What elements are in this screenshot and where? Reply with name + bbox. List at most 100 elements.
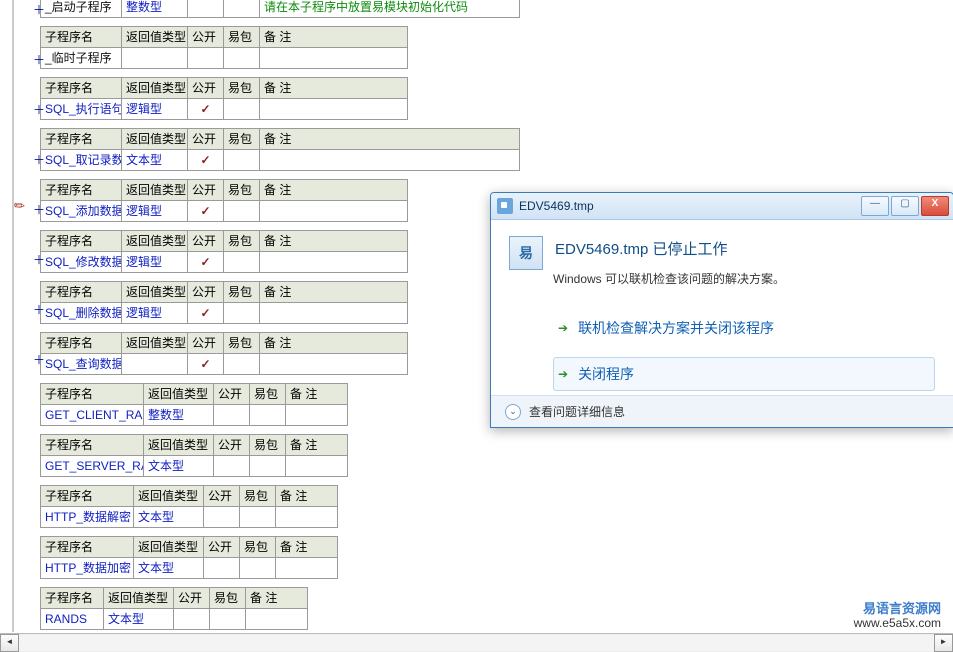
easy-value[interactable] xyxy=(224,149,260,171)
public-check-icon[interactable]: ✓ xyxy=(188,302,224,324)
sub-name-value[interactable]: SQL_查询数据 xyxy=(40,353,122,375)
return-type-value[interactable] xyxy=(122,47,188,69)
col-sub-name: 子程序名 xyxy=(40,383,144,405)
sub-name-value[interactable]: HTTP_数据解密 xyxy=(40,506,134,528)
public-value[interactable] xyxy=(204,557,240,579)
scroll-track[interactable] xyxy=(19,635,934,651)
minimize-button[interactable]: — xyxy=(861,196,889,216)
easy-value[interactable] xyxy=(210,608,246,630)
expand-toggle[interactable]: ＋ xyxy=(32,251,46,268)
dialog-body: EDV5469.tmp 已停止工作 Windows 可以联机检查该问题的解决方案… xyxy=(491,220,953,401)
expand-toggle[interactable]: ＋ xyxy=(32,101,46,118)
expand-toggle[interactable]: ＋ xyxy=(32,151,46,168)
close-button[interactable]: X xyxy=(921,196,949,216)
return-type-value[interactable]: 文本型 xyxy=(122,149,188,171)
easy-value[interactable] xyxy=(240,557,276,579)
scroll-left-button[interactable]: ◄ xyxy=(0,634,19,652)
col-note: 备 注 xyxy=(246,587,308,609)
col-return-type: 返回值类型 xyxy=(122,179,188,201)
col-note: 备 注 xyxy=(286,383,348,405)
easy-value[interactable] xyxy=(224,200,260,222)
sub-name-value[interactable]: HTTP_数据加密 xyxy=(40,557,134,579)
note-value[interactable] xyxy=(276,506,338,528)
return-type-value[interactable]: 逻辑型 xyxy=(122,302,188,324)
public-check-icon[interactable]: ✓ xyxy=(188,251,224,273)
sub-name-value[interactable]: GET_SERVER_RAND xyxy=(40,455,144,477)
sub-name-value[interactable]: SQL_修改数据 xyxy=(40,251,122,273)
return-type-value[interactable]: 整数型 xyxy=(122,0,188,18)
easy-value[interactable] xyxy=(224,47,260,69)
public-value[interactable] xyxy=(188,0,224,18)
expand-toggle[interactable]: ＋ xyxy=(32,201,46,218)
public-value[interactable] xyxy=(214,404,250,426)
return-type-value[interactable]: 文本型 xyxy=(144,455,214,477)
public-value[interactable] xyxy=(174,608,210,630)
chevron-down-icon[interactable]: ⌄ xyxy=(505,404,521,420)
view-details-link[interactable]: 查看问题详细信息 xyxy=(529,403,625,420)
easy-value[interactable] xyxy=(224,302,260,324)
note-value[interactable] xyxy=(260,47,408,69)
sub-name-value[interactable]: GET_CLIENT_RAND xyxy=(40,404,144,426)
sub-name-value[interactable]: SQL_执行语句 xyxy=(40,98,122,120)
watermark: 易语言资源网 www.e5a5x.com xyxy=(854,602,941,630)
horizontal-scrollbar[interactable]: ◄ ► xyxy=(0,633,953,652)
return-type-value[interactable]: 文本型 xyxy=(134,506,204,528)
public-value[interactable] xyxy=(204,506,240,528)
return-type-value[interactable]: 逻辑型 xyxy=(122,200,188,222)
public-value[interactable] xyxy=(188,47,224,69)
close-program-link[interactable]: ➔ 关闭程序 xyxy=(553,357,935,391)
public-check-icon[interactable]: ✓ xyxy=(188,200,224,222)
expand-toggle[interactable]: ＋ xyxy=(32,1,46,18)
crash-dialog: EDV5469.tmp — ▢ X EDV5469.tmp 已停止工作 Wind… xyxy=(490,192,953,428)
note-value[interactable] xyxy=(260,200,408,222)
dialog-titlebar[interactable]: EDV5469.tmp — ▢ X xyxy=(491,193,953,220)
easy-value[interactable] xyxy=(224,0,260,18)
note-value[interactable] xyxy=(286,455,348,477)
return-type-value[interactable]: 逻辑型 xyxy=(122,98,188,120)
note-value[interactable] xyxy=(276,557,338,579)
col-sub-name: 子程序名 xyxy=(40,434,144,456)
return-type-value[interactable] xyxy=(122,353,188,375)
note-value[interactable] xyxy=(260,149,520,171)
note-value[interactable] xyxy=(260,98,408,120)
public-check-icon[interactable]: ✓ xyxy=(188,149,224,171)
col-note: 备 注 xyxy=(260,332,408,354)
sub-name-value[interactable]: RANDS xyxy=(40,608,104,630)
dialog-footer: ⌄ 查看问题详细信息 xyxy=(491,395,953,427)
note-value[interactable] xyxy=(260,353,408,375)
public-check-icon[interactable]: ✓ xyxy=(188,98,224,120)
sub-name-value[interactable]: SQL_添加数据 xyxy=(40,200,122,222)
gutter xyxy=(0,0,12,632)
public-check-icon[interactable]: ✓ xyxy=(188,353,224,375)
expand-toggle[interactable]: ＋ xyxy=(32,301,46,318)
note-value[interactable] xyxy=(246,608,308,630)
return-type-value[interactable]: 文本型 xyxy=(104,608,174,630)
sub-name-value[interactable]: _临时子程序 xyxy=(40,47,122,69)
sub-name-value[interactable]: SQL_取记录数 xyxy=(40,149,122,171)
sub-name-value[interactable]: _启动子程序 xyxy=(40,0,122,18)
easy-value[interactable] xyxy=(240,506,276,528)
note-value[interactable] xyxy=(286,404,348,426)
expand-toggle[interactable]: ＋ xyxy=(32,351,46,368)
maximize-button[interactable]: ▢ xyxy=(891,196,919,216)
easy-value[interactable] xyxy=(250,404,286,426)
expand-toggle[interactable]: ＋ xyxy=(32,51,46,68)
easy-value[interactable] xyxy=(224,251,260,273)
col-note: 备 注 xyxy=(276,536,338,558)
return-type-value[interactable]: 逻辑型 xyxy=(122,251,188,273)
easy-value[interactable] xyxy=(224,98,260,120)
return-type-value[interactable]: 文本型 xyxy=(134,557,204,579)
easy-value[interactable] xyxy=(250,455,286,477)
col-public: 公开 xyxy=(188,77,224,99)
scroll-right-button[interactable]: ► xyxy=(934,634,953,652)
public-value[interactable] xyxy=(214,455,250,477)
link-label: 联机检查解决方案并关闭该程序 xyxy=(578,318,774,338)
note-value[interactable]: 请在本子程序中放置易模块初始化代码 xyxy=(260,0,520,18)
easy-value[interactable] xyxy=(224,353,260,375)
col-public: 公开 xyxy=(214,434,250,456)
sub-name-value[interactable]: SQL_删除数据 xyxy=(40,302,122,324)
note-value[interactable] xyxy=(260,251,408,273)
note-value[interactable] xyxy=(260,302,408,324)
check-online-link[interactable]: ➔ 联机检查解决方案并关闭该程序 xyxy=(553,311,935,345)
return-type-value[interactable]: 整数型 xyxy=(144,404,214,426)
